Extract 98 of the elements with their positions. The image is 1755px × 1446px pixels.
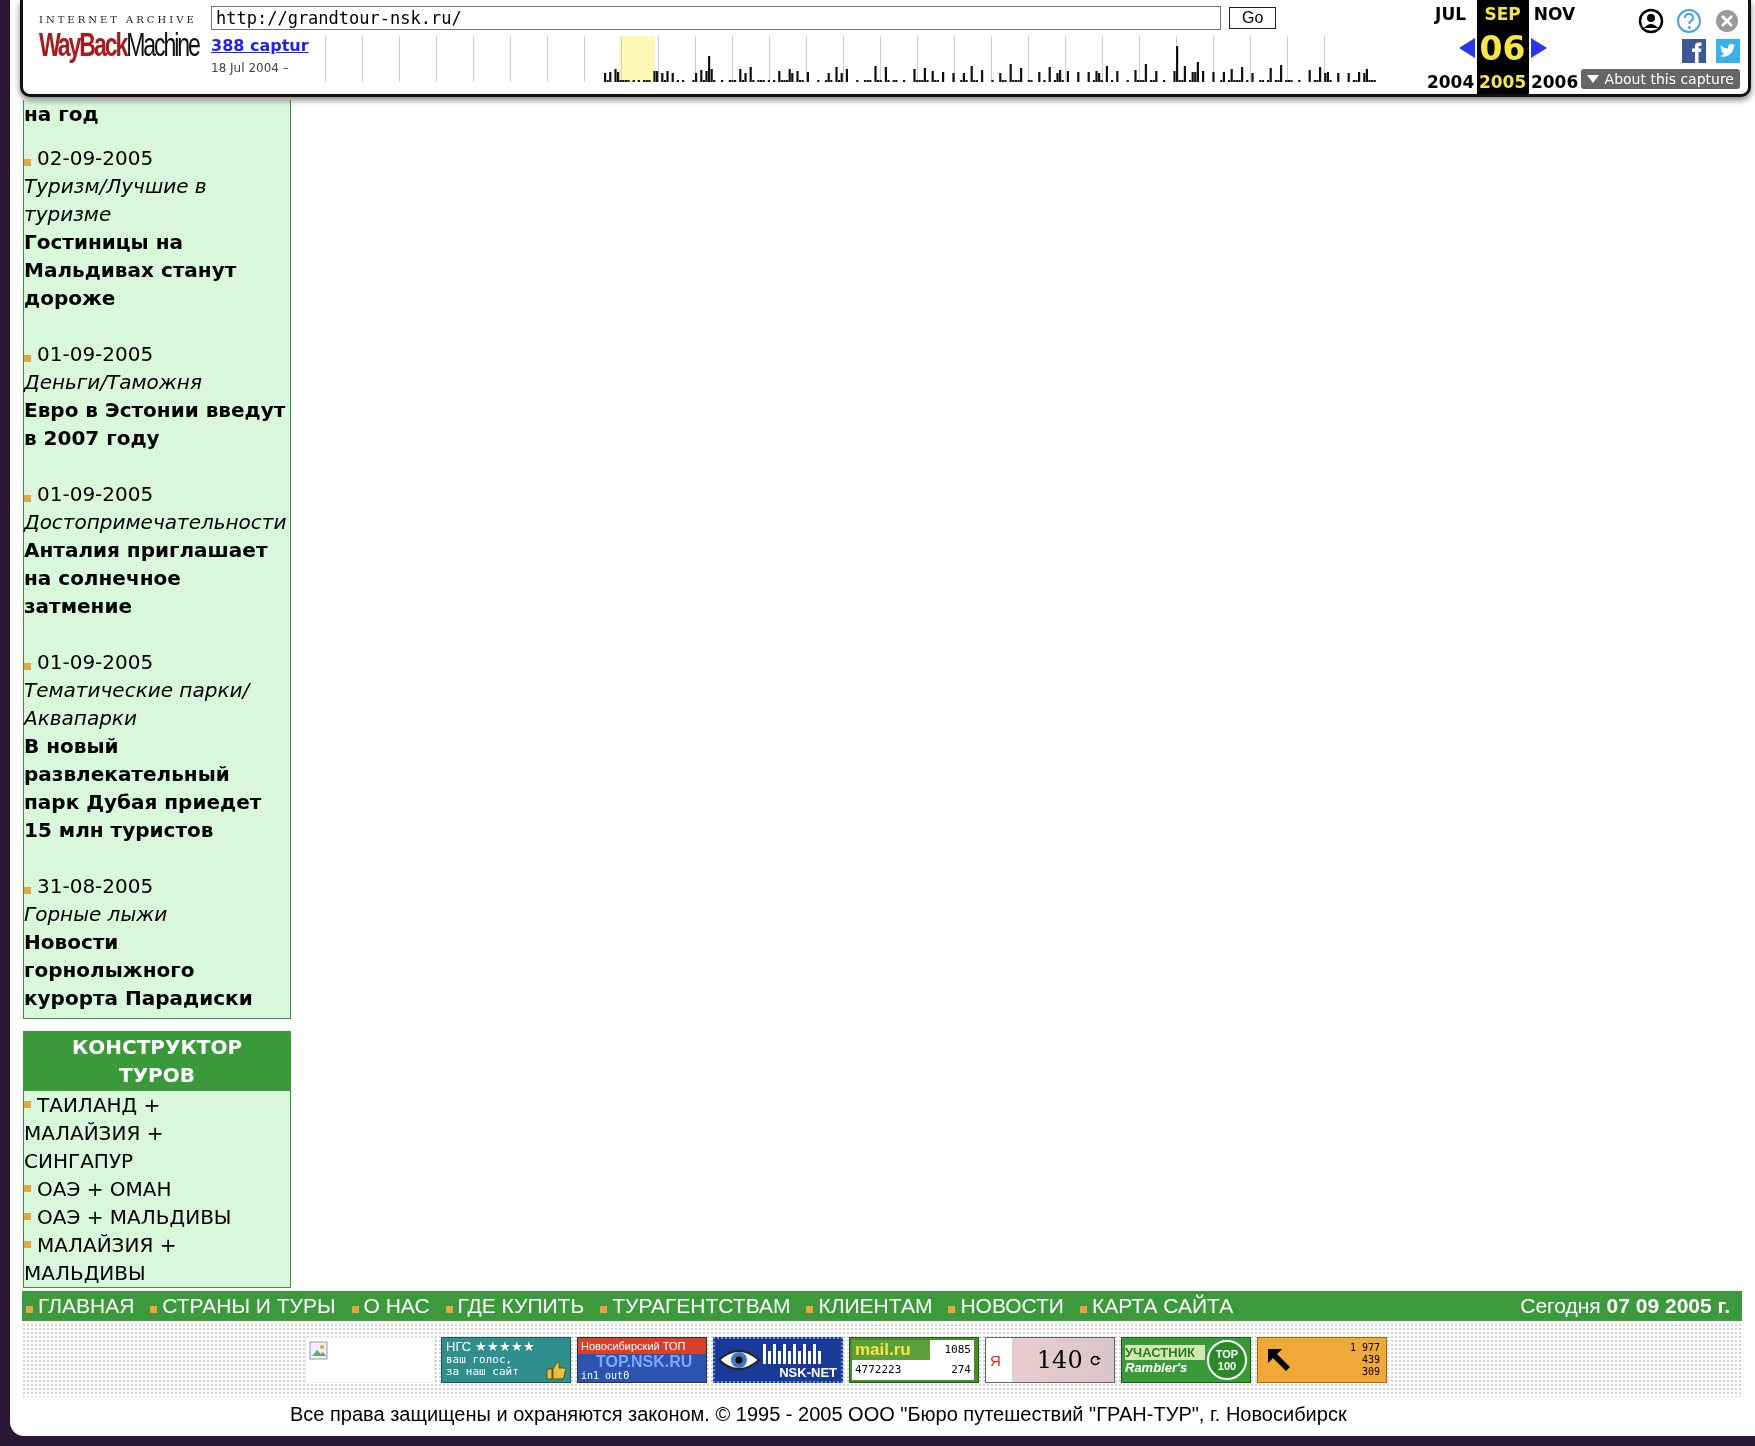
news-category[interactable]: Туризм/Лучшие в туризме — [24, 172, 290, 228]
banner-text: Новосибирский ТОП — [578, 1338, 706, 1354]
nav-link[interactable]: О НАС — [363, 1294, 430, 1318]
banner-text: Rambler's — [1125, 1360, 1189, 1375]
news-headline[interactable]: Новости горнолыжного курорта Парадиски — [24, 928, 290, 1012]
counter-banner[interactable]: Я 140 — [985, 1337, 1115, 1383]
banner-text: 1085 — [943, 1342, 972, 1358]
bullet-icon — [24, 662, 31, 670]
news-headline[interactable]: на год — [24, 100, 290, 128]
news-date: 01-09-2005 — [37, 341, 154, 368]
refresh-icon — [1088, 1354, 1101, 1366]
bullet-icon — [150, 1305, 158, 1313]
bullet-icon — [24, 494, 31, 502]
banner-text: за наш сайт — [446, 1366, 519, 1378]
year-label[interactable]: 2006 — [1530, 72, 1579, 92]
news-category[interactable]: Достопримечательности — [24, 508, 290, 536]
news-category[interactable]: Тематические парки/ Аквапарки — [24, 676, 290, 732]
bullet-icon — [806, 1305, 814, 1313]
month-label[interactable]: JUL — [1435, 4, 1467, 24]
help-icon[interactable] — [1676, 8, 1702, 34]
news-date: 02-09-2005 — [37, 145, 154, 172]
about-capture-button[interactable]: About this capture — [1580, 69, 1740, 89]
day-label: 06 — [1479, 28, 1526, 68]
banner-text: 4772223 — [854, 1362, 903, 1378]
bullet-icon — [24, 1213, 31, 1220]
news-headline[interactable]: Гостиницы на Мальдивах станут дороже — [24, 228, 290, 312]
histogram-bars[interactable] — [604, 46, 1376, 82]
close-icon[interactable] — [1714, 8, 1740, 34]
counter-banner[interactable]: УЧАСТНИК Rambler's TOP 100 — [1121, 1337, 1251, 1383]
news-headline[interactable]: Анталия приглашает на солнечное затмение — [24, 536, 290, 620]
capture-range: 18 Jul 2004 – — [211, 61, 290, 75]
counter-banner[interactable]: Новосибирский ТОП TOP.NSK.RU in1 out0 — [577, 1337, 707, 1383]
thumbs-up-icon — [545, 1360, 567, 1380]
nav-link[interactable]: ГДЕ КУПИТЬ — [457, 1294, 585, 1318]
month-label: SEP — [1484, 4, 1521, 24]
url-field[interactable]: http://grandtour-nsk.ru/ — [211, 6, 1221, 30]
banner-text: TOP.NSK.RU — [578, 1354, 706, 1370]
banner-text: 439 — [1361, 1354, 1380, 1366]
nav-link[interactable]: СТРАНЫ И ТУРЫ — [162, 1294, 336, 1318]
bullet-icon — [948, 1305, 956, 1313]
bullet-icon — [24, 354, 31, 362]
counter-banner[interactable]: НГС ★★★★★ ваш голос, за наш сайт — [441, 1337, 571, 1383]
banner-text: Я — [990, 1351, 1001, 1369]
nav-link[interactable]: КЛИЕНТАМ — [818, 1294, 933, 1318]
broken-image-icon — [309, 1341, 329, 1361]
section-header: КОНСТРУКТОР ТУРОВ — [23, 1031, 291, 1091]
news-date: 01-09-2005 — [37, 649, 154, 676]
tour-link[interactable]: ТАИЛАНД + МАЛАЙЗИЯ + СИНГАПУР — [24, 1091, 266, 1175]
bullet-icon — [600, 1305, 608, 1313]
counter-banner[interactable]: mail.ru 1085 4772223 274 — [849, 1337, 979, 1383]
bullet-icon — [1079, 1305, 1087, 1313]
bullet-icon — [26, 1305, 33, 1313]
banner-text: 140 — [1036, 1346, 1083, 1374]
year-label[interactable]: 2004 — [1426, 72, 1475, 92]
news-date: 01-09-2005 — [37, 481, 154, 508]
banner-text: 309 — [1361, 1366, 1380, 1378]
banner-text: НГС ★★★★★ — [446, 1339, 535, 1354]
nav-link[interactable]: ТУРАГЕНТСТВАМ — [612, 1294, 791, 1318]
news-headline[interactable]: Евро в Эстонии введут в 2007 году — [24, 396, 290, 452]
tour-link[interactable]: ОАЭ + МАЛЬДИВЫ — [24, 1203, 266, 1231]
bullet-icon — [24, 1185, 31, 1192]
nav-link[interactable]: НОВОСТИ — [960, 1294, 1064, 1318]
bullet-icon — [351, 1305, 359, 1313]
counter-banner[interactable]: NSK-NET — [713, 1337, 843, 1383]
top100-badge: TOP 100 — [1207, 1340, 1247, 1380]
captures-link[interactable]: 388 captur — [211, 36, 313, 55]
today-date: Сегодня 07 09 2005 г. — [1520, 1294, 1731, 1318]
banner-text: 274 — [950, 1362, 972, 1378]
nav-link[interactable]: КАРТА САЙТА — [1091, 1294, 1234, 1318]
selected-year-highlight — [619, 36, 655, 82]
bullet-icon — [24, 886, 31, 894]
counter-banner[interactable]: 1 977 439 309 — [1257, 1337, 1387, 1383]
archive-label: INTERNET ARCHIVE — [39, 14, 198, 25]
bullet-icon — [445, 1305, 453, 1313]
news-category[interactable]: Горные лыжи — [24, 900, 290, 928]
banner-text: in1 out0 — [578, 1370, 706, 1382]
bullet-icon — [24, 158, 31, 166]
copyright-text: Все права защищены и охраняются законом. © 1995 - 2005 ООО "Бюро путешествий "ГРАН-ТУР", г. Новосибирск — [290, 1403, 1347, 1426]
nav-link[interactable]: ГЛАВНАЯ — [38, 1294, 135, 1318]
go-button[interactable]: Go — [1229, 7, 1277, 29]
month-label[interactable]: NOV — [1533, 4, 1576, 24]
year-label: 2005 — [1478, 72, 1527, 92]
facebook-icon[interactable] — [1682, 39, 1706, 63]
tour-link[interactable]: ОАЭ + ОМАН — [24, 1175, 266, 1203]
user-icon[interactable] — [1638, 8, 1664, 34]
banner-text: ваш голос, — [446, 1354, 513, 1366]
news-headline[interactable]: В новый развлекательный парк Дубая приедет 15 млн туристов — [24, 732, 290, 844]
tour-link[interactable]: МАЛАЙЗИЯ + МАЛЬДИВЫ — [24, 1231, 266, 1287]
banner-text: УЧАСТНИК — [1125, 1345, 1205, 1360]
banner-text: NSK-NET — [779, 1365, 837, 1380]
banner-text: mail.ru — [852, 1340, 930, 1360]
wayback-logo[interactable]: WayBackMachine — [39, 25, 200, 65]
bullet-icon — [24, 1101, 31, 1108]
caret-icon — [1586, 74, 1599, 84]
banner-text: 1 977 — [1349, 1342, 1380, 1354]
news-category[interactable]: Деньги/Таможня — [24, 368, 290, 396]
news-date: 31-08-2005 — [37, 873, 154, 900]
bullet-icon — [24, 1241, 31, 1248]
